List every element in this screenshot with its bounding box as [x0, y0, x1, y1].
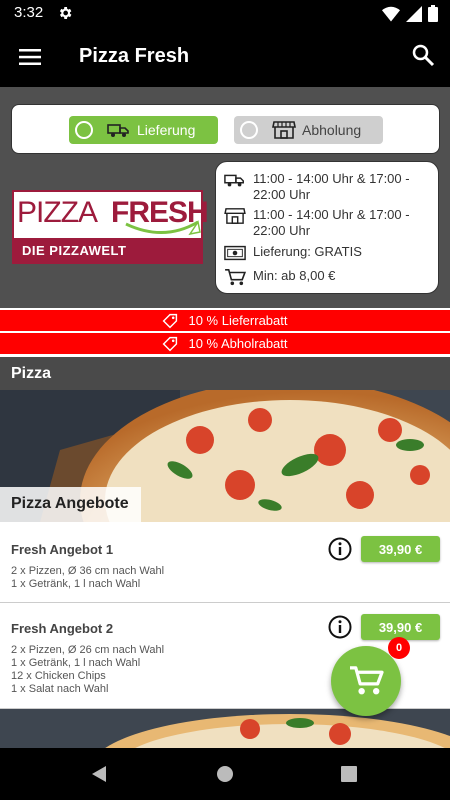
restaurant-info-card: 11:00 - 14:00 Uhr & 17:00 - 22:00 Uhr 11… — [215, 161, 439, 294]
pickup-discount-banner: 10 % Abholrabatt — [0, 333, 450, 354]
system-nav-bar — [0, 748, 450, 800]
next-category-banner[interactable] — [0, 709, 450, 748]
gear-icon — [59, 7, 72, 19]
category-header: Pizza — [0, 357, 450, 390]
logo-word-pizza: PIZZA — [17, 196, 98, 229]
logo-tagline: DIE PIZZAWELT — [22, 243, 127, 258]
delivery-hours-text: 11:00 - 14:00 Uhr & 17:00 - 22:00 Uhr — [253, 171, 410, 202]
app-title: Pizza Fresh — [79, 45, 190, 67]
delivery-hours-row: 11:00 - 14:00 Uhr & 17:00 - 22:00 Uhr — [224, 171, 423, 203]
home-icon[interactable] — [216, 765, 234, 783]
item-description: 2 x Pizzen, Ø 26 cm nach Wahl 1 x Geträn… — [11, 644, 165, 695]
item-name: Fresh Angebot 2 — [11, 621, 114, 636]
add-to-cart-price-button[interactable]: 39,90 € — [361, 614, 440, 640]
restaurant-logo: PIZZA FRESH DIE PIZZAWELT — [12, 190, 209, 264]
store-icon — [224, 208, 246, 224]
item-name: Fresh Angebot 1 — [11, 542, 114, 557]
cart-button[interactable]: 0 — [331, 637, 410, 716]
cart-icon — [350, 666, 384, 695]
app-screen: 3:32 Pizza Fresh Lieferung Abholung PIZZ… — [0, 0, 450, 800]
category-banner-label: Pizza Angebote — [0, 487, 141, 522]
status-time: 3:32 — [14, 4, 44, 21]
tag-icon — [163, 336, 178, 351]
pickup-label: Abholung — [302, 122, 362, 138]
status-bar: 3:32 — [0, 0, 450, 27]
info-icon[interactable] — [328, 615, 352, 639]
logo-swoosh — [125, 220, 201, 236]
delivery-radio[interactable] — [75, 121, 93, 139]
system-icons — [382, 5, 438, 22]
delivery-truck-icon — [107, 124, 129, 137]
store-icon — [272, 121, 296, 139]
add-to-cart-price-button[interactable]: 39,90 € — [361, 536, 440, 562]
money-icon — [224, 245, 246, 261]
back-icon[interactable] — [90, 765, 108, 783]
pickup-hours-row: 11:00 - 14:00 Uhr & 17:00 - 22:00 Uhr — [224, 207, 423, 239]
delivery-fee-row: Lieferung: GRATIS — [224, 244, 362, 262]
battery-icon — [428, 5, 438, 22]
delivery-discount-banner: 10 % Lieferrabatt — [0, 310, 450, 331]
minimum-order-row: Min: ab 8,00 € — [224, 268, 335, 286]
signal-icon — [406, 5, 422, 22]
cart-count-badge: 0 — [388, 637, 410, 659]
search-icon[interactable] — [411, 43, 435, 67]
pickup-hours-text: 11:00 - 14:00 Uhr & 17:00 - 22:00 Uhr — [253, 207, 410, 238]
cart-icon — [225, 268, 246, 286]
pizza-image — [0, 709, 450, 748]
info-icon[interactable] — [328, 537, 352, 561]
delivery-truck-icon — [224, 174, 244, 187]
delivery-mode-button[interactable]: Lieferung — [69, 116, 218, 144]
pickup-discount-text: 10 % Abholrabatt — [188, 336, 288, 351]
pickup-radio[interactable] — [240, 121, 258, 139]
menu-item[interactable]: Fresh Angebot 1 2 x Pizzen, Ø 36 cm nach… — [0, 523, 450, 603]
delivery-fee-text: Lieferung: GRATIS — [253, 244, 362, 259]
item-description: 2 x Pizzen, Ø 36 cm nach Wahl 1 x Geträn… — [11, 565, 165, 590]
recents-icon[interactable] — [341, 766, 357, 782]
order-mode-selector: Lieferung Abholung — [11, 104, 440, 154]
menu-icon[interactable] — [18, 45, 42, 69]
delivery-label: Lieferung — [137, 122, 196, 138]
app-bar: Pizza Fresh — [0, 27, 450, 87]
wifi-icon — [382, 6, 400, 21]
delivery-discount-text: 10 % Lieferrabatt — [188, 313, 288, 328]
tag-icon — [163, 313, 178, 328]
pickup-mode-button[interactable]: Abholung — [234, 116, 383, 144]
minimum-order-text: Min: ab 8,00 € — [253, 268, 336, 283]
